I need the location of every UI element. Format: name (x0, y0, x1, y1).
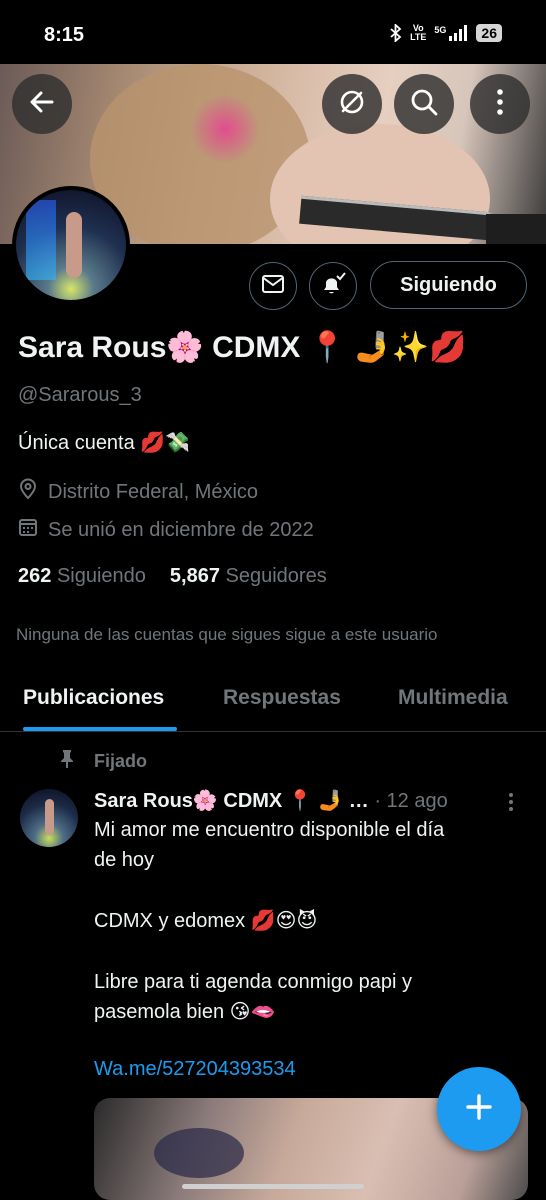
followers-link[interactable]: 5,867 Seguidores (170, 565, 327, 588)
post-more-button[interactable] (508, 792, 514, 817)
followers-count: 5,867 (169, 565, 220, 587)
status-time: 8:15 (44, 24, 85, 46)
avatar-detail (66, 212, 82, 278)
tab-respuestas[interactable]: Respuestas (223, 686, 341, 710)
profile-tabs: Publicaciones Respuestas Multimedia (0, 664, 546, 732)
following-button[interactable]: Siguiendo (370, 261, 527, 309)
pin-icon (58, 749, 76, 774)
status-bar: 8:15 Vo LTE 5G 26 (0, 0, 546, 64)
volte-icon: Vo LTE (410, 24, 426, 42)
compose-button[interactable] (437, 1067, 521, 1151)
bell-check-icon (319, 270, 347, 303)
post-author[interactable]: Sara Rous🌸 CDMX 📍 🤳 … (94, 790, 369, 812)
post-text-line: de hoy (94, 849, 155, 871)
active-tab-indicator (23, 727, 177, 731)
more-vertical-icon (496, 88, 504, 120)
hide-icon (337, 87, 367, 122)
post-avatar[interactable] (20, 789, 78, 847)
status-icons: Vo LTE 5G 26 (390, 24, 502, 42)
message-button[interactable] (249, 262, 297, 310)
profile-avatar[interactable] (12, 186, 130, 304)
plus-icon (464, 1092, 494, 1127)
home-indicator (182, 1184, 364, 1189)
mail-icon (261, 274, 285, 299)
mutual-followers-note: Ninguna de las cuentas que sigues sigue … (16, 625, 438, 644)
following-count: 262 (18, 565, 52, 587)
avatar-detail (45, 799, 54, 835)
pinned-label: Fijado (94, 751, 147, 771)
search-icon (409, 87, 439, 122)
signal-icon: 5G (434, 25, 468, 41)
profile-bio: Única cuenta 💋💸 (18, 432, 191, 454)
post-time[interactable]: · 12 ago (374, 790, 447, 812)
joined-row: Se unió en diciembre de 2022 (18, 517, 314, 543)
following-label: Siguiendo (56, 565, 146, 587)
banner-shape (190, 94, 260, 164)
following-link[interactable]: 262 Siguiendo (18, 565, 146, 588)
profile-handle: @Sararous_3 (18, 384, 142, 406)
post-text-line: Libre para ti agenda conmigo papi y (94, 971, 412, 993)
notifications-button[interactable] (309, 262, 357, 310)
calendar-icon (18, 517, 38, 543)
pinned-indicator: Fijado (58, 749, 147, 774)
profile-location: Distrito Federal, México (48, 480, 259, 503)
post-text-line: Mi amor me encuentro disponible el día (94, 819, 445, 841)
profile-stats: 262 Siguiendo 5,867 Seguidores (18, 565, 327, 588)
search-button[interactable] (394, 74, 454, 134)
banner-shape (486, 214, 546, 244)
profile-name: Sara Rous🌸 CDMX 📍 🤳✨💋 (18, 331, 467, 364)
tab-multimedia[interactable]: Multimedia (398, 686, 508, 710)
tab-publicaciones[interactable]: Publicaciones (23, 686, 164, 710)
followers-label: Seguidores (225, 565, 327, 587)
network-label: 5G (434, 25, 447, 35)
more-vertical-icon (508, 793, 514, 816)
volte-bottom: LTE (410, 32, 427, 42)
bluetooth-icon (390, 24, 402, 42)
post-link[interactable]: Wa.me/527204393534 (94, 1058, 296, 1081)
back-arrow-icon (28, 88, 56, 121)
media-detail (154, 1128, 244, 1178)
back-button[interactable] (12, 74, 72, 134)
post-text-line: pasemola bien 😘🫦 (94, 1001, 276, 1023)
battery-indicator: 26 (476, 24, 502, 42)
post-header: Sara Rous🌸 CDMX 📍 🤳 … · 12 ago (94, 788, 448, 813)
avatar-detail (26, 200, 56, 280)
post-text-line: CDMX y edomex 💋😍😈 (94, 910, 318, 932)
hide-button[interactable] (322, 74, 382, 134)
location-pin-icon (18, 478, 38, 506)
more-options-button[interactable] (470, 74, 530, 134)
location-row: Distrito Federal, México (18, 478, 258, 506)
profile-joined: Se unió en diciembre de 2022 (48, 518, 314, 541)
